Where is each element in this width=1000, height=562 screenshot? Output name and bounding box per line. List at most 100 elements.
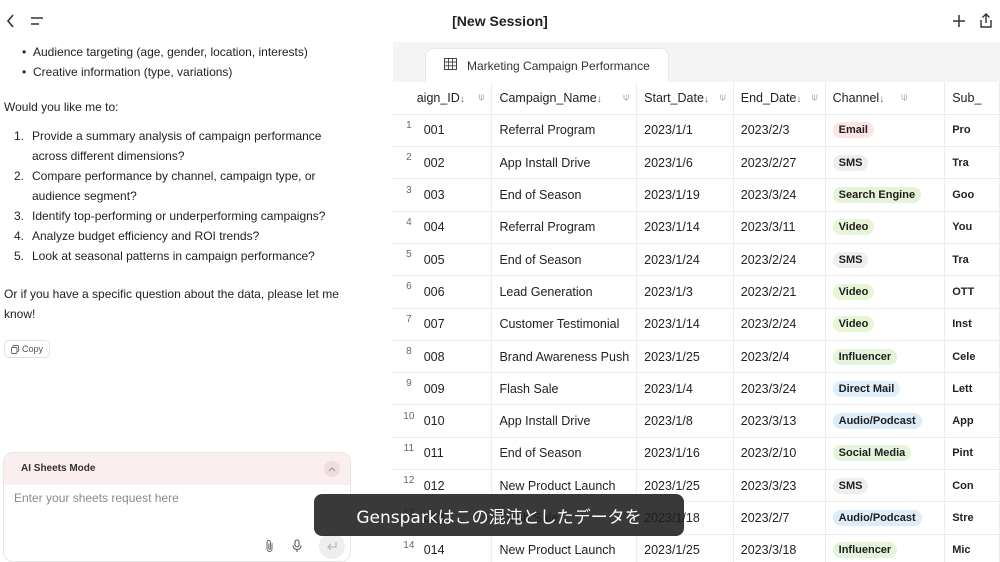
cell-start-date[interactable]: 2023/1/3 — [636, 275, 734, 309]
cell-sub-channel[interactable]: Cele — [944, 340, 1000, 374]
cell-sub-channel[interactable]: Stre — [944, 501, 1000, 535]
cell-campaign-id[interactable]: 001 — [416, 114, 493, 148]
cell-end-date[interactable]: 2023/2/24 — [733, 308, 826, 341]
sort-arrow-icon[interactable]: ↓ — [879, 94, 884, 105]
cell-channel[interactable]: Video — [825, 275, 946, 309]
cell-campaign-id[interactable]: 010 — [416, 404, 493, 438]
cell-sub-channel[interactable]: App — [944, 404, 1000, 438]
cell-sub-channel[interactable]: Tra — [944, 146, 1000, 180]
cell-start-date[interactable]: 2023/1/16 — [636, 437, 734, 471]
cell-start-date[interactable]: 2023/1/14 — [636, 308, 734, 341]
cell-end-date[interactable]: 2023/2/7 — [733, 501, 826, 535]
cell-channel[interactable]: Influencer — [825, 534, 946, 562]
cell-campaign-id[interactable]: 009 — [416, 372, 493, 406]
sheets-mode-bar[interactable]: AI Sheets Mode — [4, 453, 350, 485]
sort-arrow-icon[interactable]: ↓ — [796, 94, 801, 105]
table-row[interactable]: 4 004 Referral Program 2023/1/14 2023/3/11 Vi… — [393, 211, 1000, 244]
cell-end-date[interactable]: 2023/3/24 — [733, 178, 826, 212]
cell-campaign-name[interactable]: Referral Program — [491, 211, 638, 244]
table-row[interactable]: 10 010 App Install Drive 2023/1/8 2023/3/13 A… — [393, 404, 1000, 438]
cell-channel[interactable]: Video — [825, 211, 946, 244]
cell-campaign-id[interactable]: 005 — [416, 243, 493, 277]
cell-campaign-id[interactable]: 014 — [416, 534, 493, 562]
cell-campaign-id[interactable]: 008 — [416, 340, 493, 374]
attach-icon[interactable] — [262, 538, 278, 554]
cell-end-date[interactable]: 2023/3/11 — [733, 211, 826, 244]
table-row[interactable]: 11 011 End of Season 2023/1/16 2023/2/10 Soci… — [393, 437, 1000, 471]
cell-campaign-name[interactable]: End of Season — [491, 178, 638, 212]
table-row[interactable]: 7 007 Customer Testimonial 2023/1/14 2023/2/… — [393, 308, 1000, 341]
cell-channel[interactable]: Search Engine — [825, 178, 946, 212]
table-row[interactable]: 8 008 Brand Awareness Push 2023/1/25 2023/2/… — [393, 340, 1000, 374]
cell-sub-channel[interactable]: Tra — [944, 243, 1000, 277]
cell-sub-channel[interactable]: Mic — [944, 534, 1000, 562]
cell-start-date[interactable]: 2023/1/25 — [636, 340, 734, 374]
cell-channel[interactable]: Email — [825, 114, 946, 148]
cell-campaign-id[interactable]: 006 — [416, 275, 493, 309]
column-header-channel[interactable]: Channel↓ ⍦ — [825, 82, 946, 115]
pin-icon[interactable]: ⍦ — [901, 92, 907, 103]
cell-end-date[interactable]: 2023/2/10 — [733, 437, 826, 471]
cell-sub-channel[interactable]: Inst — [944, 308, 1000, 341]
cell-campaign-name[interactable]: App Install Drive — [491, 404, 638, 438]
microphone-icon[interactable] — [289, 538, 305, 554]
cell-end-date[interactable]: 2023/3/18 — [733, 534, 826, 562]
cell-end-date[interactable]: 2023/2/4 — [733, 340, 826, 374]
cell-campaign-id[interactable]: 011 — [416, 437, 493, 471]
cell-sub-channel[interactable]: Con — [944, 469, 1000, 503]
table-row[interactable]: 5 005 End of Season 2023/1/24 2023/2/24 SMS Tr… — [393, 243, 1000, 277]
cell-campaign-id[interactable]: 003 — [416, 178, 493, 212]
cell-end-date[interactable]: 2023/2/21 — [733, 275, 826, 309]
cell-channel[interactable]: SMS — [825, 243, 946, 277]
cell-campaign-name[interactable]: Brand Awareness Push — [491, 340, 638, 374]
cell-channel[interactable]: Influencer — [825, 340, 946, 374]
table-row[interactable]: 14 014 New Product Launch 2023/1/25 2023/3/1… — [393, 534, 1000, 562]
cell-campaign-name[interactable]: Referral Program — [491, 114, 638, 148]
cell-campaign-name[interactable]: End of Season — [491, 437, 638, 471]
cell-campaign-name[interactable]: New Product Launch — [491, 534, 638, 562]
column-header-sub[interactable]: Sub_ — [944, 82, 1000, 115]
column-header-start-date[interactable]: Start_Date↓ ⍦ — [636, 82, 734, 115]
cell-start-date[interactable]: 2023/1/19 — [636, 178, 734, 212]
cell-end-date[interactable]: 2023/3/23 — [733, 469, 826, 503]
sort-arrow-icon[interactable]: ↓ — [460, 94, 465, 105]
cell-campaign-name[interactable]: End of Season — [491, 243, 638, 277]
cell-start-date[interactable]: 2023/1/6 — [636, 146, 734, 180]
cell-start-date[interactable]: 2023/1/8 — [636, 404, 734, 438]
cell-start-date[interactable]: 2023/1/24 — [636, 243, 734, 277]
share-icon[interactable] — [975, 10, 997, 32]
table-row[interactable]: 9 009 Flash Sale 2023/1/4 2023/3/24 Direct Ma… — [393, 372, 1000, 406]
table-row[interactable]: 6 006 Lead Generation 2023/1/3 2023/2/21 Vide… — [393, 275, 1000, 309]
chevron-up-icon[interactable] — [324, 461, 340, 477]
cell-channel[interactable]: Direct Mail — [825, 372, 946, 406]
sort-arrow-icon[interactable]: ↓ — [597, 94, 602, 105]
sheet-tab[interactable]: Marketing Campaign Performance — [425, 48, 669, 82]
cell-end-date[interactable]: 2023/2/3 — [733, 114, 826, 148]
cell-campaign-name[interactable]: Customer Testimonial — [491, 308, 638, 341]
cell-start-date[interactable]: 2023/1/14 — [636, 211, 734, 244]
cell-campaign-name[interactable]: App Install Drive — [491, 146, 638, 180]
cell-channel[interactable]: Audio/Podcast — [825, 501, 946, 535]
cell-end-date[interactable]: 2023/3/13 — [733, 404, 826, 438]
column-header-id[interactable]: aign_ID↓ ⍦ — [416, 82, 493, 115]
pin-icon[interactable]: ⍦ — [720, 92, 726, 103]
table-row[interactable]: 2 002 App Install Drive 2023/1/6 2023/2/27 SM… — [393, 146, 1000, 180]
cell-end-date[interactable]: 2023/2/27 — [733, 146, 826, 180]
cell-channel[interactable]: SMS — [825, 146, 946, 180]
cell-sub-channel[interactable]: Pint — [944, 437, 1000, 471]
cell-campaign-id[interactable]: 007 — [416, 308, 493, 341]
cell-channel[interactable]: Social Media — [825, 437, 946, 471]
table-row[interactable]: 1 001 Referral Program 2023/1/1 2023/2/3 Emai… — [393, 114, 1000, 148]
cell-end-date[interactable]: 2023/2/24 — [733, 243, 826, 277]
cell-end-date[interactable]: 2023/3/24 — [733, 372, 826, 406]
column-header-end-date[interactable]: End_Date↓ ⍦ — [733, 82, 826, 115]
sheets-request-input[interactable] — [14, 491, 334, 505]
pin-icon[interactable]: ⍦ — [478, 92, 484, 103]
cell-channel[interactable]: Video — [825, 308, 946, 341]
cell-start-date[interactable]: 2023/1/25 — [636, 534, 734, 562]
cell-campaign-id[interactable]: 002 — [416, 146, 493, 180]
cell-start-date[interactable]: 2023/1/1 — [636, 114, 734, 148]
cell-sub-channel[interactable]: You — [944, 211, 1000, 244]
column-header-campaign-name[interactable]: Campaign_Name↓ ⍦ — [491, 82, 638, 115]
cell-campaign-name[interactable]: Flash Sale — [491, 372, 638, 406]
